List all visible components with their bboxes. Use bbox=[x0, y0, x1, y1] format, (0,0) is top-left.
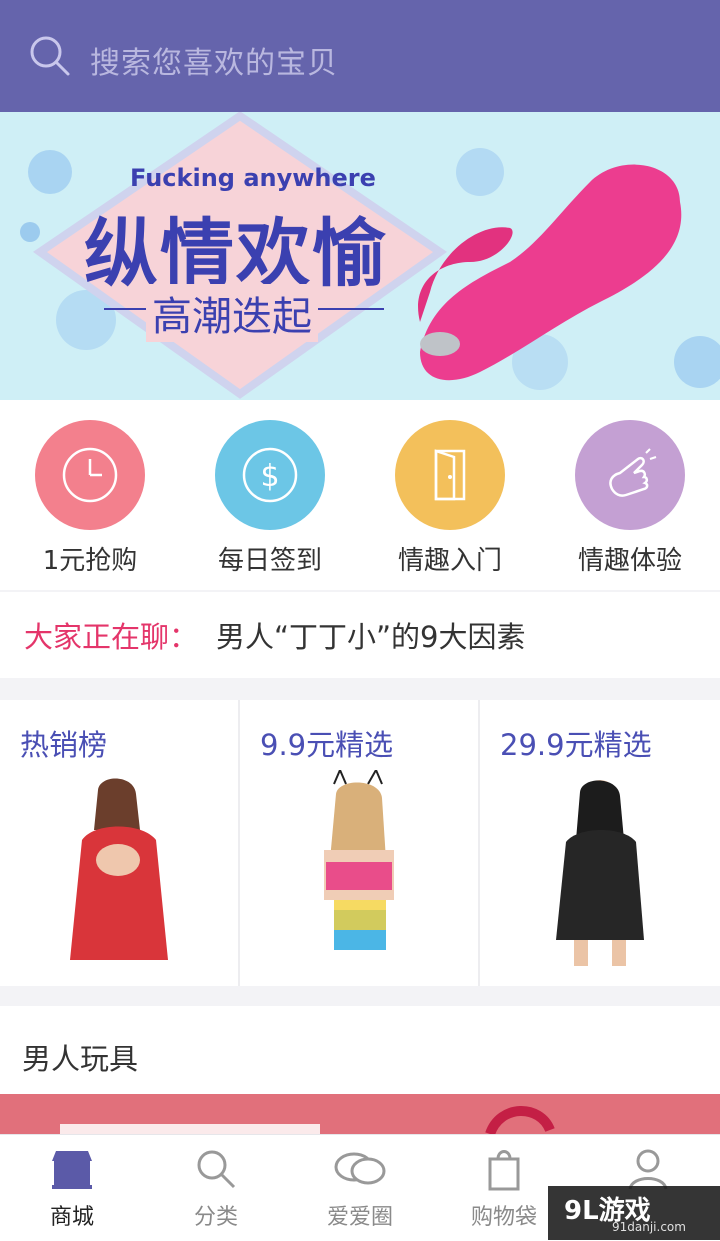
product-image bbox=[556, 780, 644, 966]
chat-bubbles-icon bbox=[334, 1152, 386, 1185]
door-icon bbox=[395, 420, 505, 530]
quick-entry-flash-sale[interactable]: 1元抢购 bbox=[0, 420, 180, 577]
ticker-headline[interactable]: 男人“丁丁小”的9大因素 bbox=[216, 614, 526, 656]
quick-entry-experience[interactable]: 情趣体验 bbox=[540, 420, 720, 577]
section-title: 男人玩具 bbox=[22, 1042, 139, 1076]
search-header: 搜索您喜欢的宝贝 bbox=[0, 0, 720, 112]
quick-entry-beginner[interactable]: 情趣入门 bbox=[360, 420, 540, 577]
store-icon bbox=[52, 1151, 92, 1189]
user-icon bbox=[628, 1149, 668, 1190]
promo-card-title: 29.9元精选 bbox=[500, 728, 652, 762]
banner-subline: 高潮迭起 bbox=[146, 284, 318, 342]
quick-entry-checkin[interactable]: $ 每日签到 bbox=[180, 420, 360, 577]
promo-banner[interactable]: Fucking anywhere 纵情欢愉 高潮迭起 bbox=[0, 112, 720, 400]
quick-entry-label: 1元抢购 bbox=[42, 546, 138, 576]
quick-entry-label: 情趣体验 bbox=[577, 546, 682, 576]
promo-card-29-9[interactable]: 29.9元精选 bbox=[480, 700, 718, 986]
promo-card-bestseller[interactable]: 热销榜 bbox=[0, 700, 240, 986]
tab-category[interactable]: 分类 bbox=[144, 1135, 288, 1241]
clock-icon bbox=[35, 420, 145, 530]
banner-eng-text: Fucking anywhere bbox=[130, 164, 376, 192]
quick-entry-grid: 1元抢购 $ 每日签到 情趣入门 情趣体验 bbox=[0, 400, 720, 590]
finger-tap-icon bbox=[575, 420, 685, 530]
product-image bbox=[324, 770, 394, 950]
tab-label: 爱爱圈 bbox=[326, 1205, 393, 1230]
watermark-logo: 9L游戏 91danji.com bbox=[548, 1186, 720, 1240]
news-ticker[interactable]: 大家正在聊： 男人“丁丁小”的9大因素 bbox=[0, 592, 720, 678]
tab-community[interactable]: 爱爱圈 bbox=[288, 1135, 432, 1241]
shopping-bag-icon bbox=[488, 1150, 520, 1191]
promo-card-title: 热销榜 bbox=[20, 728, 108, 762]
quick-entry-label: 情趣入门 bbox=[397, 546, 502, 576]
tab-label: 分类 bbox=[193, 1205, 238, 1230]
promo-card-9-9[interactable]: 9.9元精选 bbox=[240, 700, 480, 986]
promo-cards: 热销榜 9.9元精选 29.9元精选 bbox=[0, 700, 720, 986]
svg-text:$: $ bbox=[260, 459, 279, 494]
search-icon bbox=[197, 1150, 236, 1189]
tab-store[interactable]: 商城 bbox=[0, 1135, 144, 1241]
section-header: 男人玩具 bbox=[0, 1006, 720, 1094]
search-input[interactable]: 搜索您喜欢的宝贝 bbox=[90, 38, 338, 82]
product-image bbox=[70, 778, 168, 960]
quick-entry-label: 每日签到 bbox=[217, 546, 322, 576]
watermark-site: 91danji.com bbox=[612, 1220, 686, 1234]
dollar-icon: $ bbox=[215, 420, 325, 530]
ticker-prefix: 大家正在聊： bbox=[24, 620, 199, 654]
promo-card-title: 9.9元精选 bbox=[260, 728, 394, 762]
tab-label: 商城 bbox=[49, 1205, 94, 1230]
search-icon[interactable] bbox=[28, 34, 72, 78]
